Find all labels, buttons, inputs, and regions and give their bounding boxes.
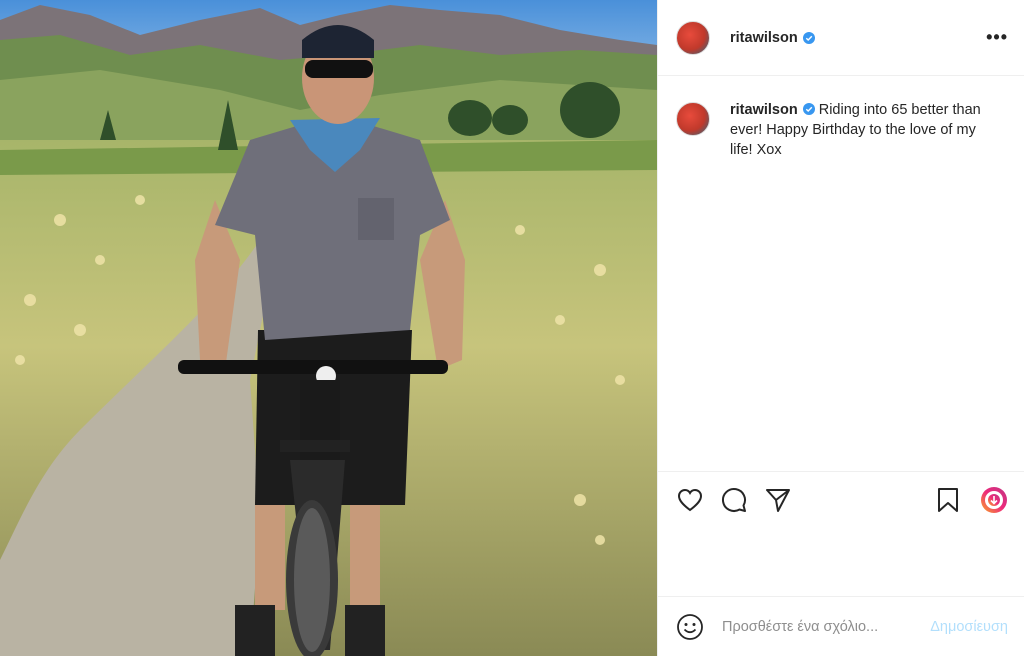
caption-username[interactable]: ritawilson (730, 102, 798, 118)
comment-input[interactable] (720, 617, 924, 636)
verified-icon (802, 31, 815, 44)
action-bar (658, 472, 1024, 528)
header-username[interactable]: ritawilson (730, 30, 798, 46)
post-photo (0, 0, 657, 656)
caption-avatar[interactable] (676, 102, 710, 136)
verified-icon (802, 103, 815, 115)
caption-section: ritawilson Riding into 65 better than ev… (658, 76, 1024, 472)
share-icon[interactable] (764, 486, 792, 514)
comment-icon[interactable] (720, 486, 748, 514)
post-image[interactable] (0, 0, 657, 656)
reels-badge-icon[interactable] (980, 486, 1008, 514)
post-comment-button[interactable]: Δημοσίευση (930, 619, 1008, 635)
post-header: ritawilson ••• (658, 0, 1024, 76)
comment-bar: Δημοσίευση (658, 596, 1024, 656)
header-avatar[interactable] (676, 20, 710, 55)
more-icon[interactable]: ••• (986, 27, 1008, 48)
emoji-icon[interactable] (676, 613, 704, 641)
action-bar-right (934, 486, 1008, 514)
post-side-panel: ritawilson ••• ritawilson Riding into 65… (657, 0, 1024, 656)
heart-icon[interactable] (676, 486, 704, 514)
bookmark-icon[interactable] (934, 486, 962, 514)
caption-text: ritawilson Riding into 65 better than ev… (730, 100, 990, 471)
